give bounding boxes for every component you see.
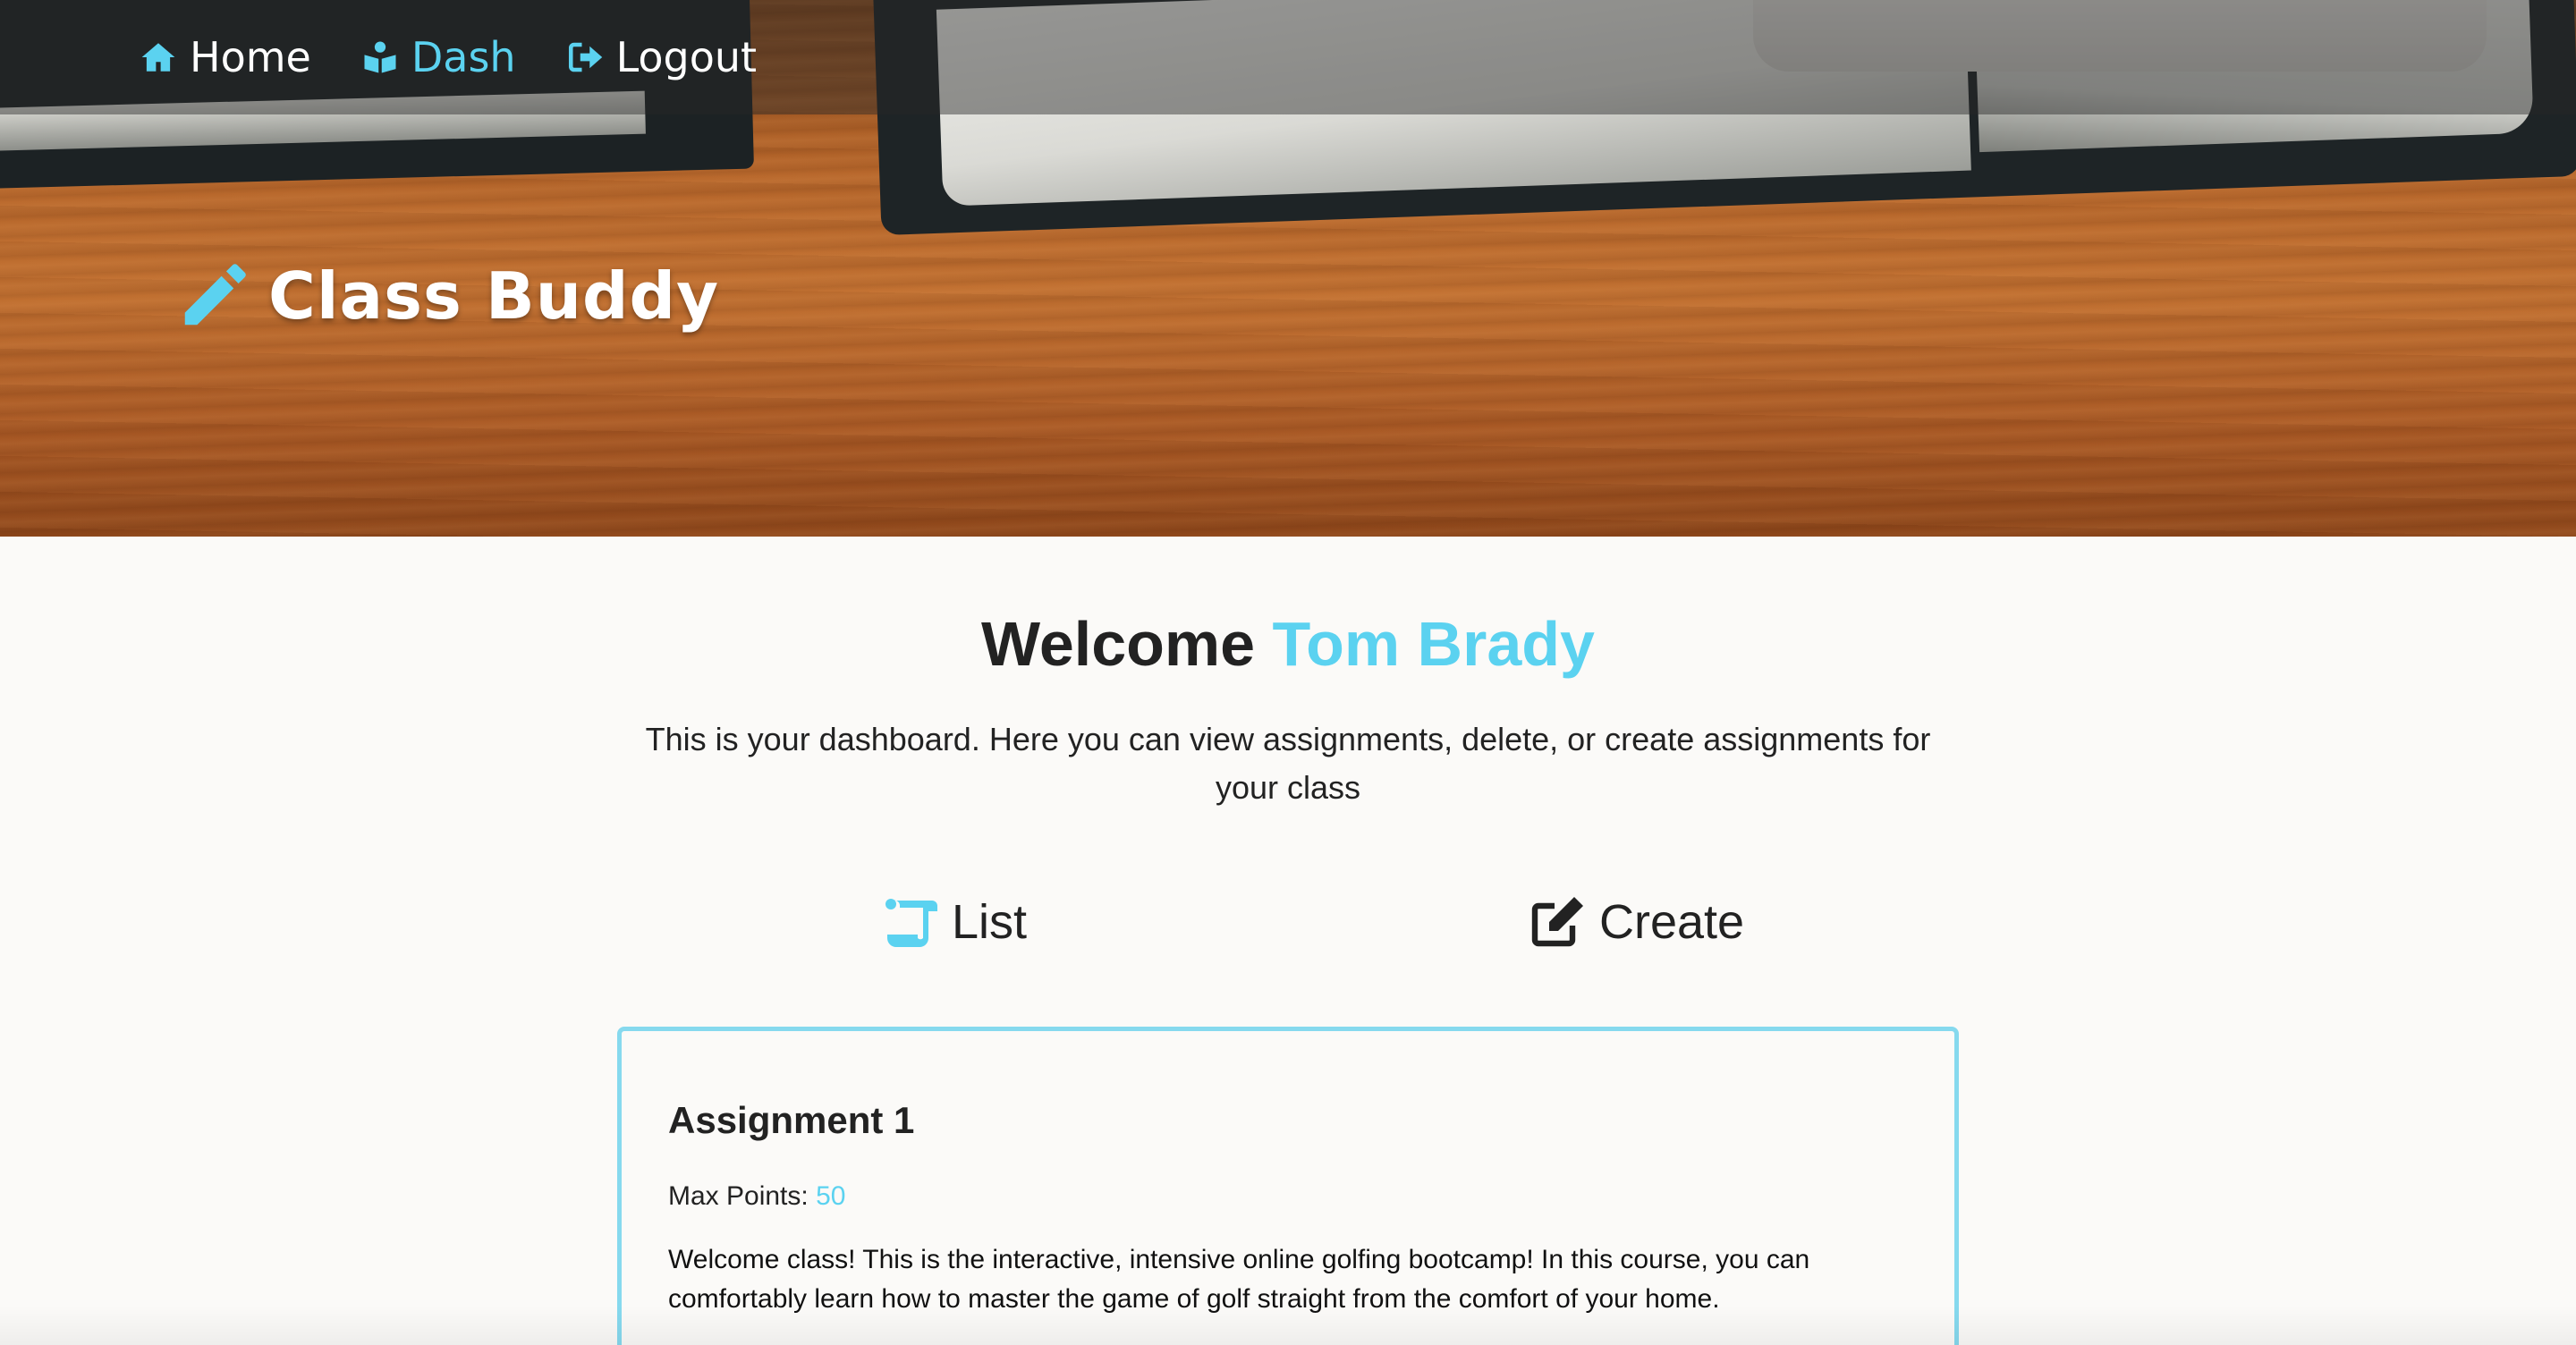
max-points-label: Max Points: xyxy=(668,1181,809,1211)
nav-dash-link[interactable]: Dash xyxy=(361,33,516,81)
tab-create-label: Create xyxy=(1599,895,1745,949)
nav-logout-link[interactable]: Logout xyxy=(566,33,758,81)
hero-banner: Home Dash Logout Class Buddy xyxy=(0,0,2576,537)
page: Home Dash Logout Class Buddy Welcome Tom… xyxy=(0,0,2576,1345)
brand: Class Buddy xyxy=(175,258,719,334)
welcome-prefix: Welcome xyxy=(981,609,1256,679)
assignment-description: Welcome class! This is the interactive, … xyxy=(668,1245,1810,1314)
dashboard-tabs: List Create xyxy=(0,894,2576,975)
pencil-icon xyxy=(184,264,246,326)
dashboard-user-icon xyxy=(364,41,396,73)
assignment-title: Assignment 1 xyxy=(668,1099,915,1141)
welcome-heading: Welcome Tom Brady xyxy=(0,608,2576,680)
tab-create[interactable]: Create xyxy=(1530,894,1744,950)
main-nav: Home Dash Logout xyxy=(140,25,757,89)
brand-title: Class Buddy xyxy=(268,258,720,334)
max-points-value: 50 xyxy=(816,1181,846,1211)
assignment-card[interactable]: Assignment 1 Max Points: 50 Welcome clas… xyxy=(617,1027,1959,1345)
home-icon xyxy=(141,43,175,72)
edit-icon xyxy=(1531,897,1583,947)
scroll-icon xyxy=(886,899,937,947)
nav-home-label: Home xyxy=(190,33,311,81)
nav-dash-label: Dash xyxy=(411,33,516,81)
navbar: Home Dash Logout xyxy=(0,0,2576,114)
dashboard-intro: This is your dashboard. Here you can vie… xyxy=(645,721,1931,806)
user-name: Tom Brady xyxy=(1272,609,1595,679)
nav-home-link[interactable]: Home xyxy=(140,33,311,81)
assignment-max-points: Max Points: 50 xyxy=(668,1181,1908,1212)
tab-list-label: List xyxy=(952,895,1028,949)
nav-logout-label: Logout xyxy=(615,33,758,81)
tab-list[interactable]: List xyxy=(882,894,1027,950)
logout-icon xyxy=(568,42,602,72)
